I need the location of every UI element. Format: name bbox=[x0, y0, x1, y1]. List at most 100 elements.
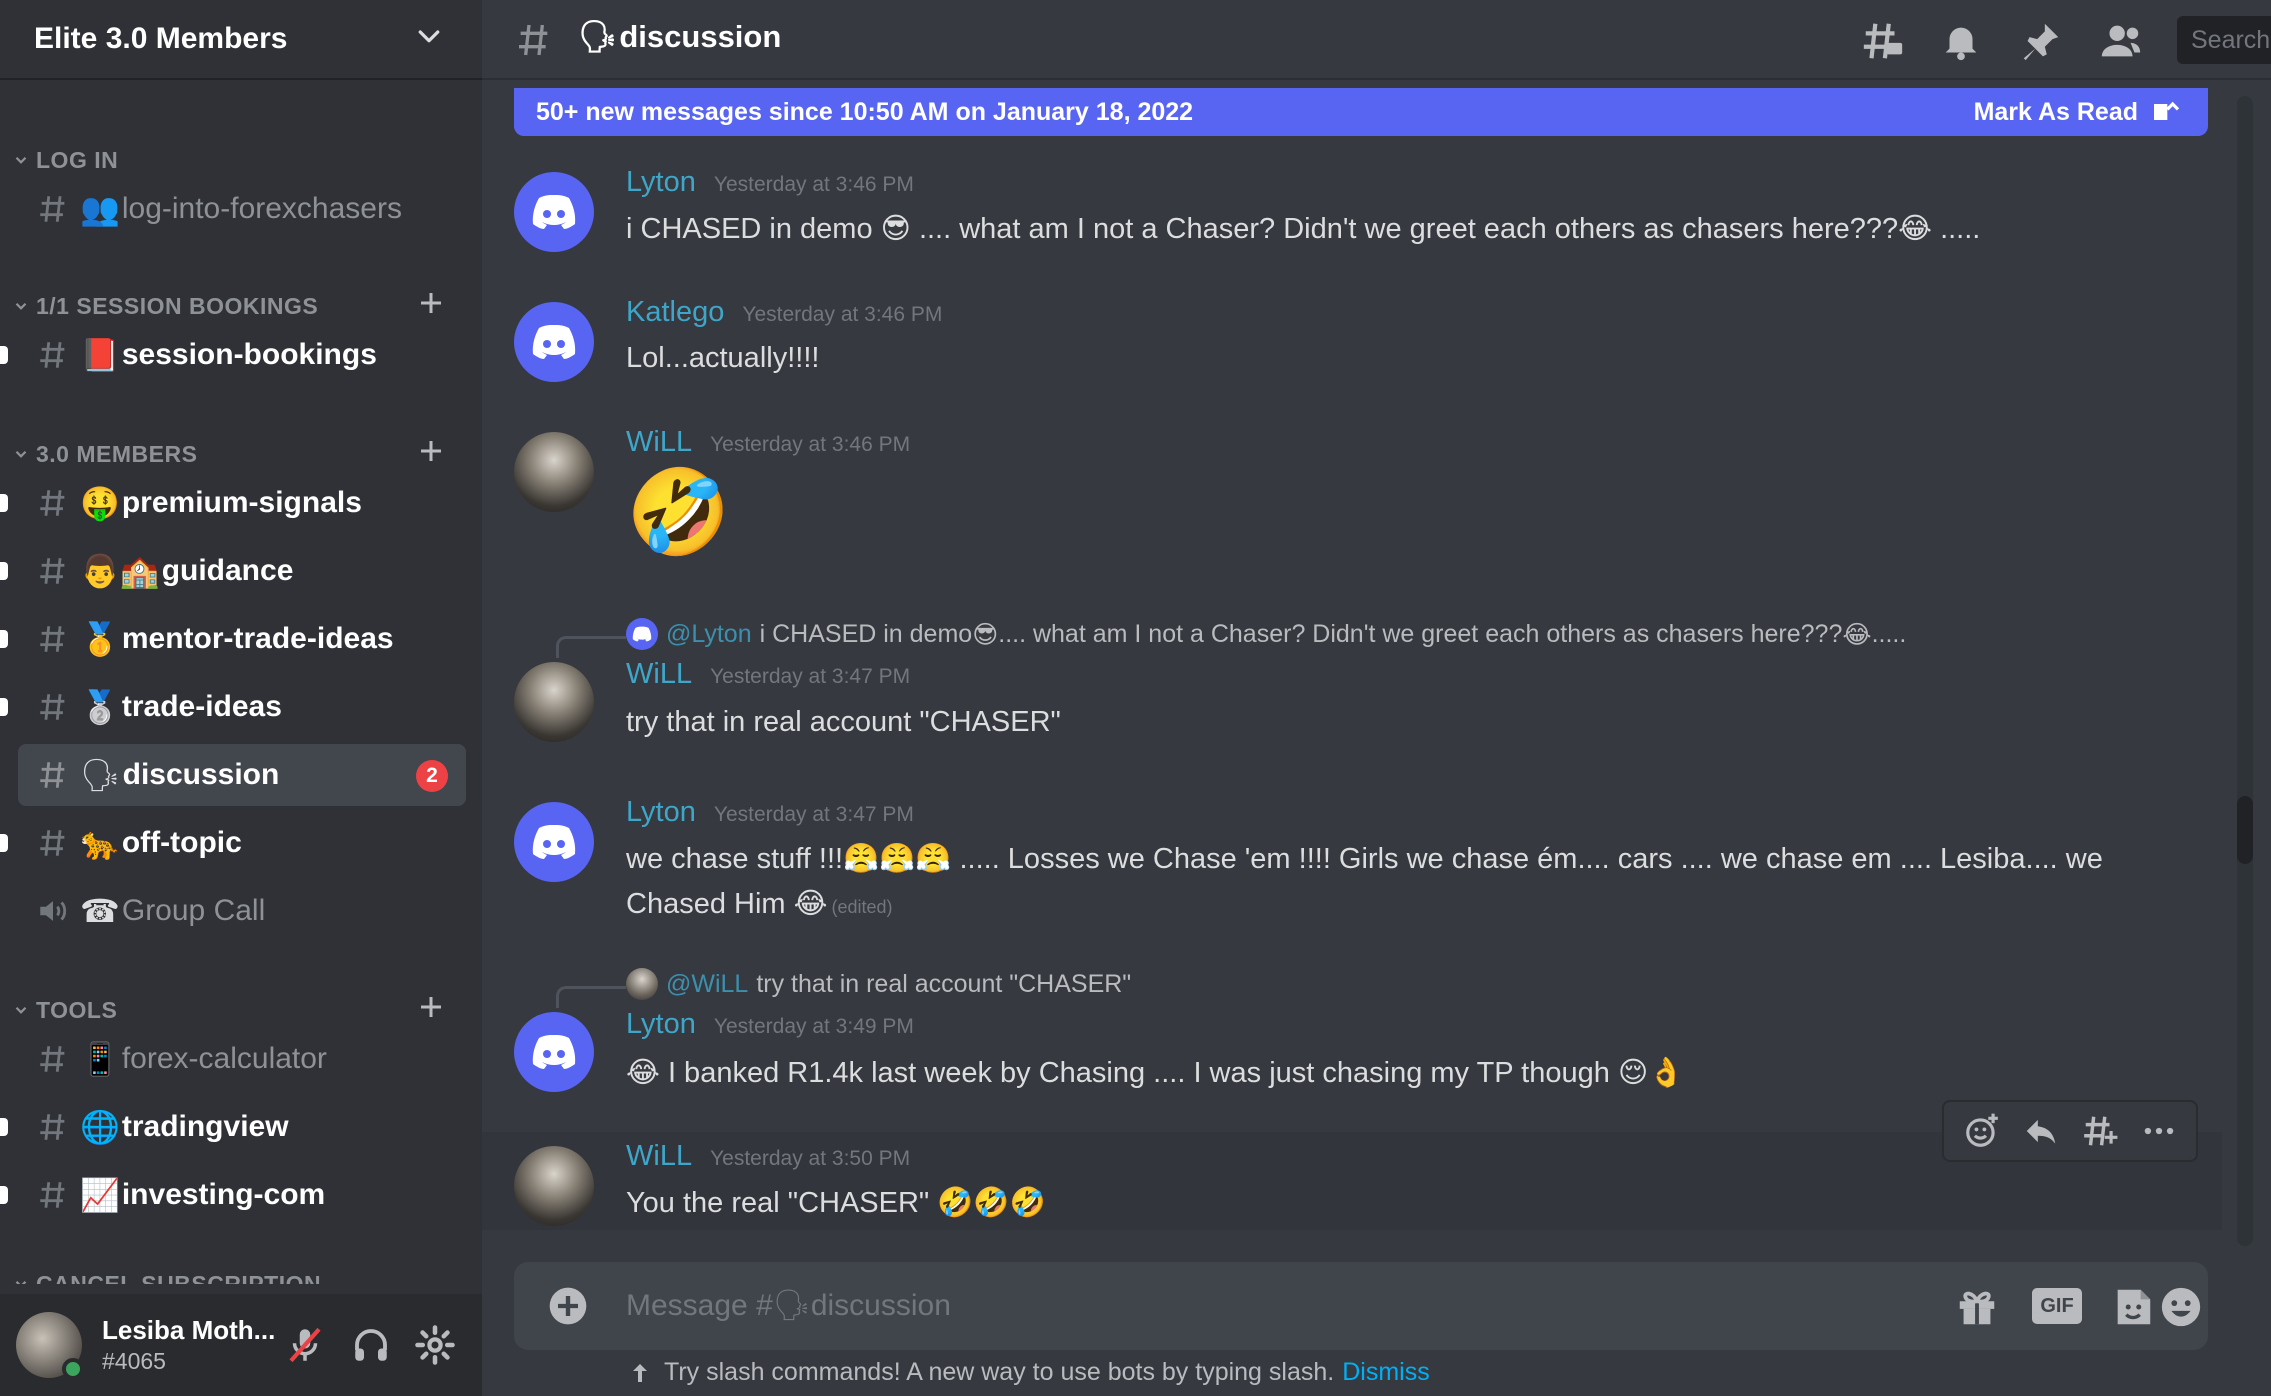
gif-button[interactable]: GIF bbox=[2032, 1288, 2082, 1324]
reply-reference[interactable]: @Lyton i CHASED in demo 😎 .... what am I… bbox=[626, 618, 1906, 650]
category-session-bookings[interactable]: 1/1 SESSION BOOKINGS bbox=[12, 286, 318, 326]
message-author[interactable]: WiLL bbox=[626, 1140, 692, 1173]
microphone-muted-icon[interactable] bbox=[284, 1324, 326, 1366]
scrollbar-thumb[interactable] bbox=[2237, 796, 2253, 864]
relieved-ok-emoji: 😌👌 bbox=[1617, 1055, 1685, 1089]
arrow-up-icon bbox=[633, 1363, 647, 1382]
channel-investing-com[interactable]: 📈 investing-com bbox=[0, 1164, 466, 1226]
message-author[interactable]: WiLL bbox=[626, 426, 692, 459]
category-label: TOOLS bbox=[36, 996, 118, 1023]
plus-icon[interactable] bbox=[416, 992, 446, 1022]
message-author[interactable]: Lyton bbox=[626, 1008, 696, 1041]
channel-forex-calculator[interactable]: 📱 forex-calculator bbox=[18, 1028, 466, 1090]
reply-reference[interactable]: @WiLL try that in real account "CHASER" bbox=[626, 968, 1131, 1000]
reply-text: try that in real account "CHASER" bbox=[756, 969, 1132, 998]
category-tools[interactable]: TOOLS bbox=[12, 990, 117, 1030]
dismiss-link[interactable]: Dismiss bbox=[1342, 1358, 1430, 1387]
discord-window: Elite 3.0 Members LOG IN 👥 log-into-fore… bbox=[0, 0, 2271, 1396]
user-info[interactable]: Lesiba Moth... #4065 bbox=[102, 1315, 282, 1375]
avatar[interactable] bbox=[16, 1312, 84, 1380]
channel-sidebar: Elite 3.0 Members LOG IN 👥 log-into-fore… bbox=[0, 0, 482, 1396]
add-attachment-icon[interactable] bbox=[548, 1286, 588, 1326]
reply-icon[interactable] bbox=[2022, 1112, 2060, 1150]
category-label: LOG IN bbox=[36, 146, 119, 173]
avatar[interactable] bbox=[514, 302, 594, 382]
category-3-0-members[interactable]: 3.0 MEMBERS bbox=[12, 434, 197, 474]
add-reaction-icon[interactable] bbox=[1963, 1112, 2001, 1150]
avatar[interactable] bbox=[514, 802, 594, 882]
message-input[interactable] bbox=[626, 1276, 1826, 1336]
avatar[interactable] bbox=[514, 1146, 594, 1226]
plus-icon[interactable] bbox=[416, 288, 446, 318]
bell-icon[interactable] bbox=[1938, 18, 1984, 64]
message[interactable]: Lyton Yesterday at 3:46 PM i CHASED in d… bbox=[482, 166, 2222, 256]
channel-off-topic[interactable]: 🐆 off-topic bbox=[0, 812, 466, 874]
avatar[interactable] bbox=[514, 1012, 594, 1092]
chevron-down-icon bbox=[15, 450, 27, 458]
category-cancel-subscription[interactable]: CANCEL SUBSCRIPTION bbox=[12, 1264, 321, 1284]
channel-session-bookings[interactable]: 📕 session-bookings bbox=[0, 324, 466, 386]
headphones-icon[interactable] bbox=[350, 1324, 392, 1366]
message[interactable]: @WiLL try that in real account "CHASER" … bbox=[482, 964, 2222, 1114]
category-log-in[interactable]: LOG IN bbox=[12, 140, 118, 180]
threads-icon[interactable] bbox=[1860, 18, 1906, 64]
pin-icon[interactable] bbox=[2018, 18, 2064, 64]
plus-icon[interactable] bbox=[416, 436, 446, 466]
message-text: we chase stuff !!! bbox=[626, 843, 844, 875]
gift-icon[interactable] bbox=[1954, 1284, 2000, 1330]
channel-mentor-trade-ideas[interactable]: 🥇 mentor-trade-ideas bbox=[0, 608, 466, 670]
message-list: Lyton Yesterday at 3:46 PM i CHASED in d… bbox=[482, 140, 2242, 1230]
category-label: 3.0 MEMBERS bbox=[36, 440, 198, 467]
channel-emoji: 🥈 bbox=[80, 688, 120, 726]
message-author[interactable]: WiLL bbox=[626, 658, 692, 691]
message[interactable]: Katlego Yesterday at 3:46 PM Lol...actua… bbox=[482, 296, 2222, 386]
message[interactable]: WiLL Yesterday at 3:46 PM 🤣 bbox=[482, 426, 2222, 566]
new-messages-banner[interactable]: 50+ new messages since 10:50 AM on Janua… bbox=[514, 88, 2208, 136]
message-author[interactable]: Lyton bbox=[626, 166, 696, 199]
sticker-icon[interactable] bbox=[2110, 1284, 2156, 1330]
channel-label: premium-signals bbox=[121, 486, 362, 519]
mark-as-read-button[interactable]: Mark As Read bbox=[1974, 98, 2138, 127]
channel-emoji: 🌐 bbox=[80, 1108, 120, 1146]
gear-icon[interactable] bbox=[414, 1324, 456, 1366]
message[interactable]: Lyton Yesterday at 3:47 PM we chase stuf… bbox=[482, 796, 2222, 936]
discord-logo-icon bbox=[532, 325, 576, 359]
avatar[interactable] bbox=[514, 662, 594, 742]
user-panel: Lesiba Moth... #4065 bbox=[0, 1294, 482, 1396]
message-content: i CHASED in demo 😎 .... what am I not a … bbox=[626, 206, 2186, 251]
user-discriminator: #4065 bbox=[102, 1348, 166, 1374]
chevron-down-icon[interactable] bbox=[414, 22, 444, 52]
emoji-picker-icon[interactable] bbox=[2158, 1284, 2204, 1330]
message[interactable]: @Lyton i CHASED in demo 😎 .... what am I… bbox=[482, 614, 2222, 754]
more-options-icon[interactable] bbox=[2140, 1112, 2178, 1150]
triumph-emoji: 😤😤😤 bbox=[843, 841, 952, 875]
message-author[interactable]: Katlego bbox=[626, 296, 724, 329]
channel-header: 🗣 discussion Search bbox=[482, 0, 2271, 80]
category-label: CANCEL SUBSCRIPTION bbox=[36, 1270, 322, 1285]
server-header[interactable]: Elite 3.0 Members bbox=[0, 0, 482, 80]
discord-logo-icon bbox=[532, 195, 576, 229]
message-scrollbar[interactable] bbox=[2237, 96, 2253, 1246]
create-thread-icon[interactable] bbox=[2081, 1112, 2119, 1150]
message-text: ..... Losses we Chase 'em !!!! Girls we … bbox=[951, 843, 2103, 875]
unread-indicator bbox=[0, 698, 8, 716]
channel-tradingview[interactable]: 🌐 tradingview bbox=[0, 1096, 466, 1158]
search-input[interactable]: Search bbox=[2177, 16, 2271, 64]
channel-trade-ideas[interactable]: 🥈 trade-ideas bbox=[0, 676, 466, 738]
members-icon[interactable] bbox=[2098, 18, 2144, 64]
avatar[interactable] bbox=[514, 172, 594, 252]
message-author[interactable]: Lyton bbox=[626, 796, 696, 829]
channel-discussion[interactable]: 🗣 discussion 2 bbox=[18, 744, 466, 806]
message-timestamp: Yesterday at 3:47 PM bbox=[713, 803, 914, 826]
channel-group-call[interactable]: ☎ Group Call bbox=[18, 880, 466, 942]
mark-read-icon[interactable] bbox=[2150, 96, 2182, 128]
channel-premium-signals[interactable]: 🤑 premium-signals bbox=[0, 472, 466, 534]
channel-guidance[interactable]: 👨🏫 guidance bbox=[0, 540, 466, 602]
unread-indicator bbox=[0, 834, 8, 852]
reply-text: .... what am I not a Chaser? Didn't we g… bbox=[998, 619, 1843, 648]
channel-log-into-forexchasers[interactable]: 👥 log-into-forexchasers bbox=[18, 178, 466, 240]
message-actions-toolbar bbox=[1942, 1100, 2198, 1162]
unread-indicator bbox=[0, 494, 8, 512]
avatar[interactable] bbox=[514, 432, 594, 512]
message-timestamp: Yesterday at 3:50 PM bbox=[710, 1147, 911, 1170]
